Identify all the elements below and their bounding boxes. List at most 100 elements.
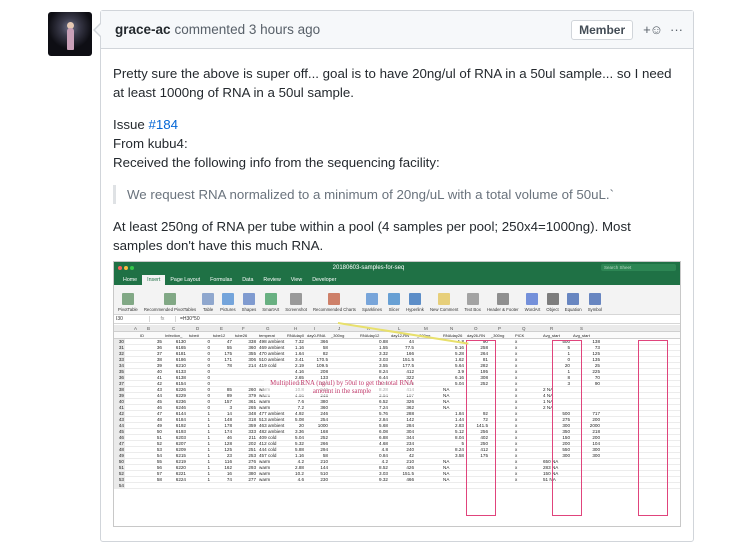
comment-paragraph: At least 250ng of RNA per tube within a … — [113, 219, 631, 253]
excel-titlebar: 20180603-samples-for-seq Search Sheet — [114, 262, 680, 273]
minimize-light-icon — [124, 265, 128, 270]
ribbon-label: Recommended Charts — [312, 307, 356, 312]
excel-tab-home: Home — [123, 277, 138, 283]
column-letter: G — [266, 326, 270, 331]
ribbon-pivottable: PivotTable — [118, 293, 138, 312]
highlight-day12-column — [552, 340, 582, 516]
ribbon-icon — [526, 293, 539, 305]
filter-header: Avg_start — [543, 333, 560, 338]
ribbon-label: Pictures — [220, 307, 236, 312]
excel-tab-developer: Developer — [312, 277, 337, 283]
row-number: 54 — [114, 483, 125, 489]
filter-header: _300ng — [331, 333, 345, 338]
comment-paragraph: Issue #184 From kubu4: Received the foll… — [113, 115, 678, 172]
author-avatar[interactable] — [48, 12, 92, 56]
ribbon-shapes: Shapes — [241, 293, 257, 312]
column-letter: N — [450, 326, 454, 331]
ribbon-label: Shapes — [241, 307, 257, 312]
column-letter: R — [550, 326, 554, 331]
excel-tab-data: Data — [242, 277, 254, 283]
ribbon-icon — [121, 293, 134, 305]
excel-tabs: Home Insert Page Layout Formulas Data Review V… — [114, 273, 680, 285]
ribbon-icon — [408, 293, 421, 305]
formula-bar: I30 fx =H30*50 — [114, 315, 680, 324]
ribbon-symbol: Symbol — [588, 293, 602, 312]
ribbon-label: New Comment — [429, 307, 459, 312]
excel-ribbon: PivotTable Recommended PivotTables Table Pi… — [114, 285, 680, 315]
ribbon-icon — [438, 293, 451, 305]
comment-menu-icon[interactable]: ··· — [670, 22, 683, 37]
ribbon-icon — [202, 293, 215, 305]
comment-author[interactable]: grace-ac — [115, 22, 171, 37]
excel-tab-view: View — [290, 277, 303, 283]
column-letter: F — [242, 326, 245, 331]
zoom-light-icon — [130, 265, 134, 270]
filter-header: tube# — [189, 333, 200, 338]
column-letter: S — [580, 326, 584, 331]
column-letter: D — [196, 326, 200, 331]
column-letter: O — [474, 326, 478, 331]
spreadsheet-rows: 30356130047338498 ambient7.323660.88441.… — [114, 339, 680, 489]
excel-screenshot: 20180603-samples-for-seq Search Sheet Ho… — [113, 261, 681, 527]
ribbon-label: Symbol — [587, 307, 603, 312]
highlight-day0-column — [466, 340, 496, 516]
ribbon-label: Equation — [564, 307, 582, 312]
column-letter: E — [220, 326, 224, 331]
filter-header: Avg_start — [573, 333, 590, 338]
filter-header: day26-RN — [467, 333, 486, 338]
ribbon-wordart: WordArt — [524, 293, 541, 312]
from-line: From kubu4: — [113, 136, 188, 151]
excel-tab-page-layout: Page Layout — [170, 277, 201, 283]
column-letter: C — [172, 326, 176, 331]
ribbon-icon — [328, 293, 341, 305]
filter-header: Infection_ — [165, 333, 183, 338]
filter-header: PICK — [515, 333, 525, 338]
column-letter: P — [498, 326, 502, 331]
ribbon-recommended-charts: Recommended Charts — [313, 293, 356, 312]
column-letter: I — [314, 326, 316, 331]
filter-header: temperat — [259, 333, 275, 338]
name-box: I30 — [116, 316, 150, 322]
filter-header: tube26 — [235, 333, 248, 338]
comment-time[interactable]: 3 hours ago — [249, 22, 320, 37]
filter-header: RNAday0 — [287, 333, 305, 338]
excel-search: Search Sheet — [601, 264, 676, 271]
ribbon-label: SmartArt — [262, 307, 280, 312]
add-reaction-icon[interactable]: +☺ — [643, 22, 663, 37]
ribbon-label: Slicer — [388, 307, 400, 312]
column-letter: M — [424, 326, 428, 331]
excel-tab-review: Review — [263, 277, 281, 283]
formula-text: =H30*50 — [180, 316, 200, 322]
filter-header: RNAday12 — [360, 333, 380, 338]
column-letter: L — [398, 326, 401, 331]
column-letter: J — [338, 326, 341, 331]
comment-paragraph: Pretty sure the above is super off... go… — [113, 66, 672, 100]
ribbon-label: Hyperlink — [406, 307, 424, 312]
ribbon-equation: Equation — [565, 293, 582, 312]
ribbon-pictures: Pictures — [220, 293, 236, 312]
ribbon-label: Header & Footer — [486, 307, 519, 312]
close-light-icon — [118, 265, 122, 270]
excel-tab-formulas: Formulas — [210, 277, 233, 283]
excel-tab-insert: Insert — [142, 275, 166, 285]
filter-header: _300ng — [491, 333, 505, 338]
ribbon-sparklines: Sparklines — [362, 293, 382, 312]
comment-action: commented — [174, 22, 246, 37]
ribbon-label: PivotTable — [118, 307, 138, 312]
ribbon-label: WordArt — [524, 307, 541, 312]
comment-body: Pretty sure the above is super off... go… — [101, 49, 693, 255]
ribbon-icon — [466, 293, 479, 305]
ribbon-icon — [388, 293, 401, 305]
ribbon-label: Sparklines — [361, 307, 383, 312]
ribbon-icon — [567, 293, 580, 305]
ribbon-header-footer: Header & Footer — [487, 293, 519, 312]
ribbon-screenshot: Screenshot — [285, 293, 307, 312]
ribbon-label: Recommended PivotTables — [143, 307, 197, 312]
column-letter: A — [134, 326, 138, 331]
issue-link[interactable]: #184 — [148, 117, 178, 132]
table-row: 54 — [114, 483, 680, 489]
ribbon-object: Object — [546, 293, 559, 312]
blockquote: We request RNA normalized to a minimum o… — [113, 185, 678, 204]
ribbon-icon — [221, 293, 234, 305]
ribbon-text-box: Text Box — [464, 293, 481, 312]
